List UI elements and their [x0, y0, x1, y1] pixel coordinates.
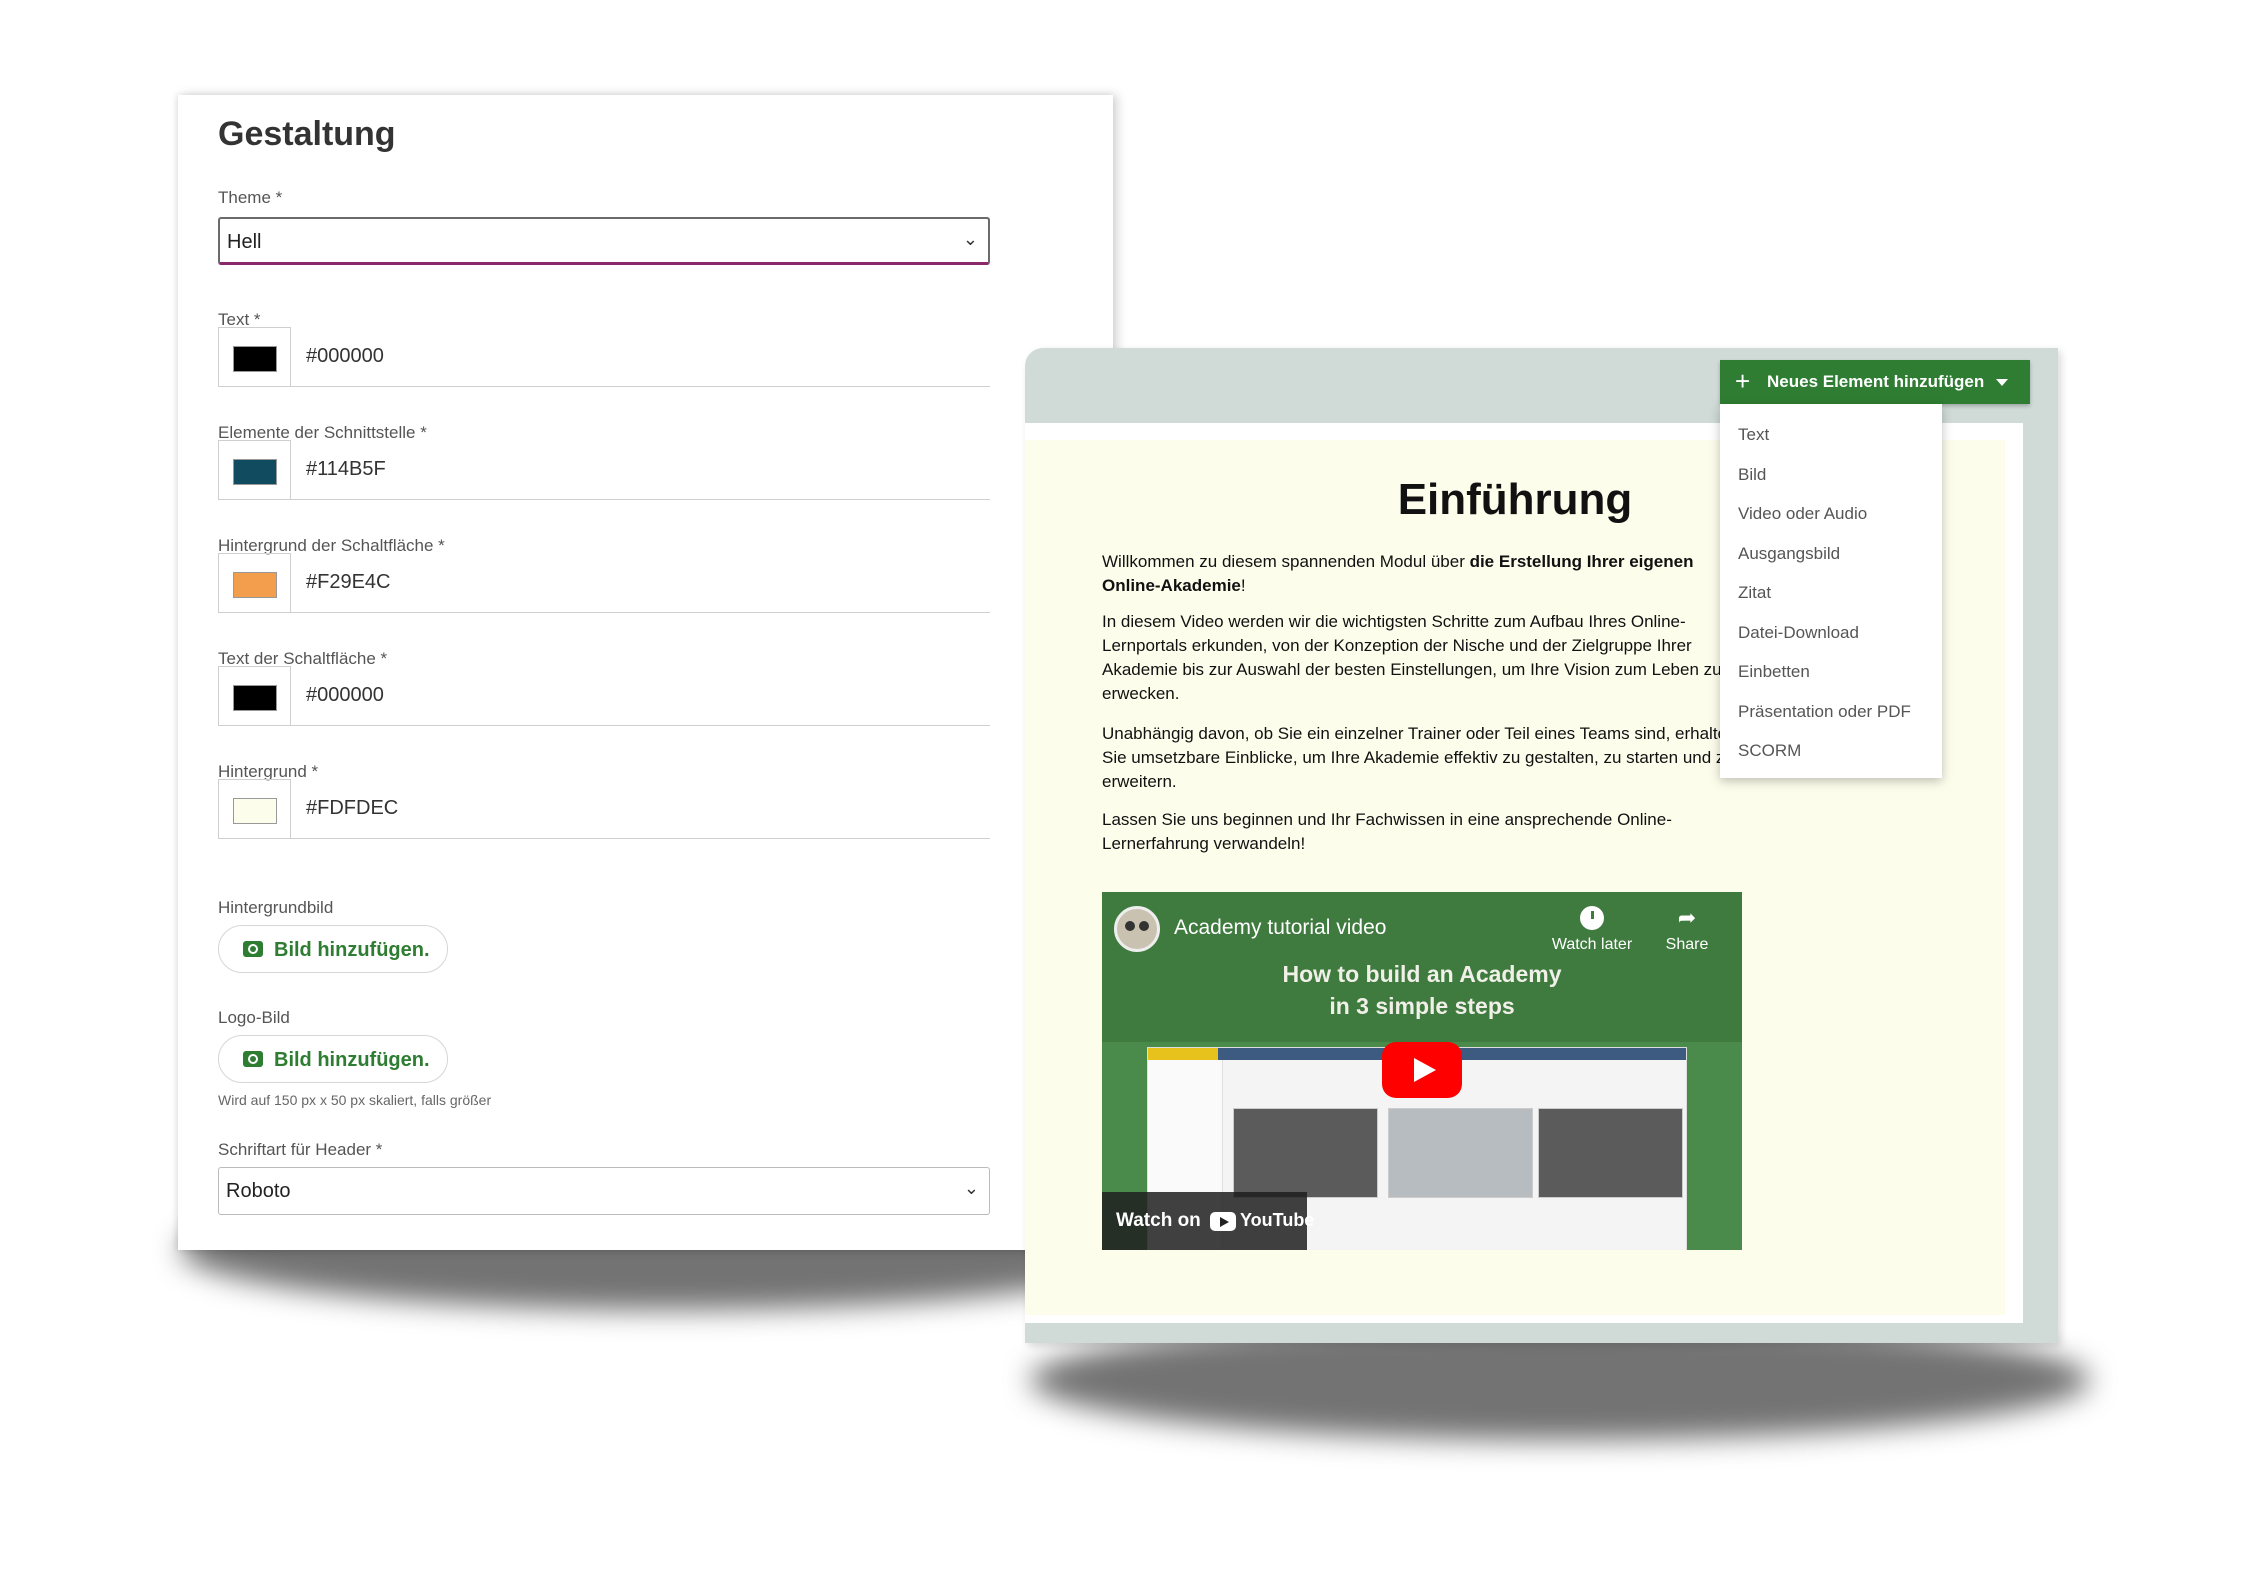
background-image-label: Hintergrundbild [218, 898, 334, 917]
thumbnail-card [1388, 1108, 1533, 1198]
add-background-image-button[interactable]: Bild hinzufügen. [218, 925, 448, 973]
color-swatch [233, 572, 277, 598]
interface-color-field[interactable]: #114B5F [218, 440, 990, 500]
header-font-label: Schriftart für Header * [218, 1140, 383, 1159]
menu-item-video-audio[interactable]: Video oder Audio [1720, 495, 1942, 535]
button-text-color-field[interactable]: #000000 [218, 666, 990, 726]
caret-down-icon [1996, 379, 2008, 386]
color-swatch [233, 346, 277, 372]
menu-item-file-download[interactable]: Datei-Download [1720, 614, 1942, 654]
add-element-button[interactable]: + Neues Element hinzufügen [1720, 360, 2030, 404]
plus-icon: + [1735, 366, 1751, 396]
logo-size-hint: Wird auf 150 px x 50 px skaliert, falls … [218, 1092, 492, 1108]
text-color-field[interactable]: #000000 [218, 327, 990, 387]
color-picker[interactable] [218, 779, 291, 839]
color-picker[interactable] [218, 327, 291, 387]
share-label: Share [1665, 936, 1709, 953]
video-embed[interactable]: Academy tutorial video How to build an A… [1102, 892, 1742, 1250]
thumbnail-card [1538, 1108, 1683, 1198]
design-settings-panel: Gestaltung Theme * Hell ⌄ Text * #000000… [178, 95, 1113, 1250]
color-value: #FDFDEC [306, 797, 399, 819]
chevron-down-icon: ⌄ [963, 1178, 979, 1198]
watch-on-label: Watch on [1116, 1210, 1201, 1231]
header-font-select[interactable]: Roboto ⌄ [218, 1167, 990, 1215]
chevron-down-icon: ⌄ [962, 229, 978, 249]
color-value: #000000 [306, 345, 384, 367]
watch-later-label: Watch later [1551, 936, 1633, 953]
share-button[interactable]: ➦ Share [1657, 906, 1717, 954]
camera-icon [243, 941, 263, 957]
theme-select[interactable]: Hell ⌄ [218, 217, 990, 265]
play-icon[interactable] [1382, 1042, 1462, 1098]
clock-icon [1580, 906, 1604, 930]
color-value: #F29E4C [306, 571, 391, 593]
watch-later-button[interactable]: Watch later [1547, 906, 1637, 954]
menu-item-image[interactable]: Bild [1720, 456, 1942, 496]
thumbnail-logo [1148, 1048, 1218, 1060]
menu-item-text[interactable]: Text [1720, 416, 1942, 456]
color-picker[interactable] [218, 440, 291, 500]
theme-select-value: Hell [227, 231, 262, 253]
intro-paragraph: Willkommen zu diesem spannenden Modul üb… [1102, 550, 1752, 598]
add-logo-image-button[interactable]: Bild hinzufügen. [218, 1035, 448, 1083]
thumbnail-card [1233, 1108, 1378, 1198]
button-label: Bild hinzufügen. [274, 939, 430, 961]
share-icon: ➦ [1677, 905, 1697, 930]
menu-item-cover-image[interactable]: Ausgangsbild [1720, 535, 1942, 575]
camera-icon [243, 1051, 263, 1067]
watch-on-youtube-button[interactable]: Watch on YouTube [1102, 1192, 1314, 1250]
add-element-label: Neues Element hinzufügen [1767, 372, 1985, 391]
intro-text-end: ! [1240, 576, 1246, 595]
button-label: Bild hinzufügen. [274, 1049, 430, 1071]
youtube-logo-icon: YouTube [1210, 1210, 1314, 1234]
menu-item-scorm[interactable]: SCORM [1720, 732, 1942, 772]
color-swatch [233, 459, 277, 485]
panel-title: Gestaltung [218, 115, 396, 153]
header-font-value: Roboto [226, 1180, 291, 1202]
color-swatch [233, 798, 277, 824]
color-swatch [233, 685, 277, 711]
channel-avatar[interactable] [1114, 906, 1160, 952]
paragraph-3: Unabhängig davon, ob Sie ein einzelner T… [1102, 724, 1737, 791]
video-title[interactable]: Academy tutorial video [1174, 916, 1386, 940]
headline-line-1: How to build an Academy [1282, 961, 1562, 987]
paragraph-2: In diesem Video werden wir die wichtigst… [1102, 612, 1722, 703]
logo-image-label: Logo-Bild [218, 1008, 290, 1027]
color-value: #000000 [306, 684, 384, 706]
headline-line-2: in 3 simple steps [1329, 993, 1515, 1019]
video-headline: How to build an Academy in 3 simple step… [1102, 958, 1742, 1022]
menu-item-embed[interactable]: Einbetten [1720, 653, 1942, 693]
intro-text: Willkommen zu diesem spannenden Modul üb… [1102, 552, 1470, 571]
paragraph-4: Lassen Sie uns beginnen und Ihr Fachwiss… [1102, 810, 1672, 853]
button-bg-color-field[interactable]: #F29E4C [218, 553, 990, 613]
color-picker[interactable] [218, 666, 291, 726]
color-value: #114B5F [306, 458, 386, 480]
add-element-menu: Text Bild Video oder Audio Ausgangsbild … [1720, 404, 1942, 778]
color-picker[interactable] [218, 553, 291, 613]
theme-label: Theme * [218, 188, 283, 207]
background-color-field[interactable]: #FDFDEC [218, 779, 990, 839]
menu-item-quote[interactable]: Zitat [1720, 574, 1942, 614]
menu-item-presentation-pdf[interactable]: Präsentation oder PDF [1720, 693, 1942, 733]
